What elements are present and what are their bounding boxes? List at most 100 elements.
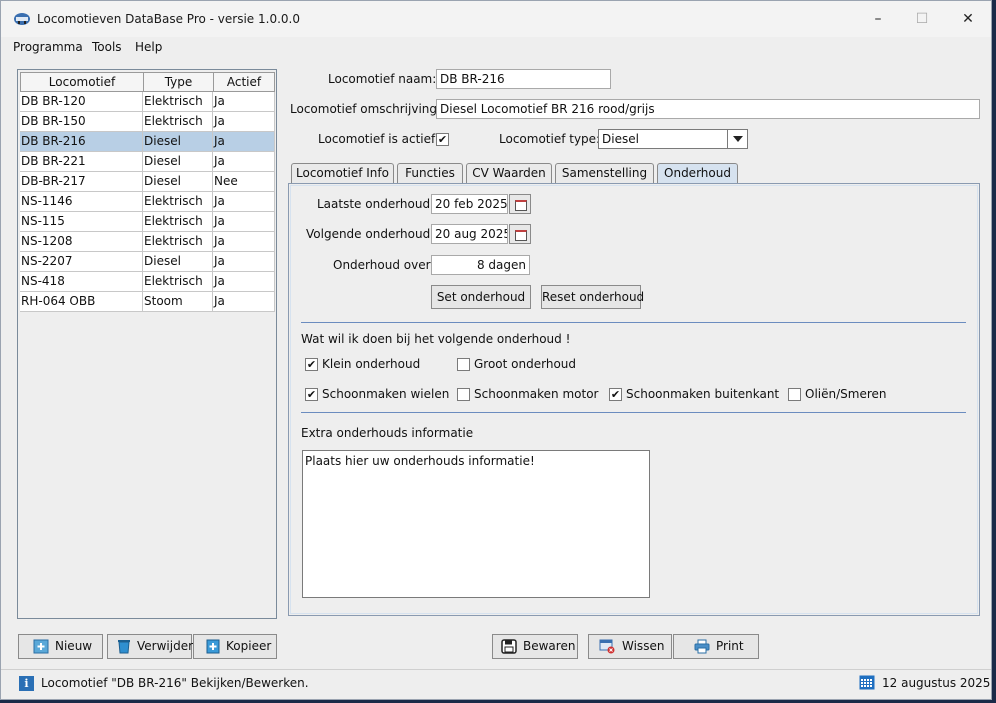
locomotive-list-panel: Locomotief Type Actief DB BR-120 Elektris… [17,69,277,619]
copy-icon [206,639,220,654]
cell-locomotief: DB-BR-217 [20,172,143,192]
cell-type: Elektrisch [143,112,213,132]
table-row[interactable]: NS-115 Elektrisch Ja [20,212,275,232]
next-maintenance-label: Volgende onderhoud [306,227,431,241]
info-icon: i [19,676,34,691]
type-combobox[interactable]: Diesel [598,129,748,149]
table-row[interactable]: RH-064 OBB Stoom Ja [20,292,275,312]
schoonmaken-buitenkant-label: Schoonmaken buitenkant [626,387,780,401]
cell-locomotief: NS-1208 [20,232,143,252]
extra-info-label: Extra onderhouds informatie [301,426,474,440]
cell-locomotief: RH-064 OBB [20,292,143,312]
erase-icon [599,639,615,654]
cell-locomotief: DB BR-221 [20,152,143,172]
maximize-button[interactable]: ☐ [899,1,945,37]
active-label: Locomotief is actief: [318,132,439,146]
cell-actief: Nee [213,172,275,192]
groot-onderhoud-checkbox[interactable] [457,358,470,371]
schoonmaken-wielen-label: Schoonmaken wielen [322,387,450,401]
cell-type: Elektrisch [143,92,213,112]
cell-type: Diesel [143,172,213,192]
trash-icon [118,640,130,654]
save-button-label: Bewaren [523,639,576,653]
description-field[interactable]: Diesel Locomotief BR 216 rood/grijs [436,99,980,119]
table-row[interactable]: NS-1146 Elektrisch Ja [20,192,275,212]
column-header-locomotief[interactable]: Locomotief [20,72,143,92]
status-bar: i Locomotief "DB BR-216" Bekijken/Bewerk… [1,669,991,699]
calendar-icon[interactable] [509,194,531,214]
cell-actief: Ja [213,112,275,132]
cell-locomotief: DB BR-150 [20,112,143,132]
add-icon [33,639,49,654]
cell-locomotief: NS-418 [20,272,143,292]
table-header: Locomotief Type Actief [20,72,275,92]
next-maintenance-field[interactable]: 20 aug 2025 [431,224,508,244]
cell-actief: Ja [213,92,275,112]
table-row[interactable]: NS-1208 Elektrisch Ja [20,232,275,252]
extra-info-textarea[interactable]: Plaats hier uw onderhouds informatie! [302,450,650,598]
next-maintenance-question: Wat wil ik doen bij het volgende onderho… [301,332,571,346]
groot-onderhoud-label: Groot onderhoud [474,357,577,371]
schoonmaken-motor-label: Schoonmaken motor [474,387,599,401]
printer-icon [694,639,710,654]
tab-functies[interactable]: Functies [397,163,463,184]
schoonmaken-motor-checkbox[interactable] [457,388,470,401]
klein-onderhoud-label: Klein onderhoud [322,357,421,371]
table-row[interactable]: DB BR-221 Diesel Ja [20,152,275,172]
table-row[interactable]: DB-BR-217 Diesel Nee [20,172,275,192]
cell-type: Stoom [143,292,213,312]
close-button[interactable]: ✕ [945,1,991,37]
delete-button-label: Verwijder [137,639,194,653]
table-row[interactable]: DB BR-150 Elektrisch Ja [20,112,275,132]
erase-button[interactable]: Wissen [588,634,672,659]
name-field[interactable]: DB BR-216 [436,69,611,89]
reset-maintenance-button[interactable]: Reset onderhoud [541,285,644,309]
table-row[interactable]: NS-2207 Diesel Ja [20,252,275,272]
tab-locomotief-info[interactable]: Locomotief Info [291,163,394,184]
olien-smeren-checkbox[interactable] [788,388,801,401]
save-icon [501,639,517,654]
new-button-label: Nieuw [55,639,93,653]
menu-programma[interactable]: Programma [13,40,83,54]
calendar-icon [859,675,875,690]
column-header-type[interactable]: Type [143,72,213,92]
tab-cv-waarden[interactable]: CV Waarden [466,163,552,184]
tab-samenstelling[interactable]: Samenstelling [555,163,654,184]
chevron-down-icon[interactable] [727,130,747,148]
cell-actief: Ja [213,132,275,152]
calendar-icon[interactable] [509,224,531,244]
last-maintenance-field[interactable]: 20 feb 2025 [431,194,508,214]
delete-button[interactable]: Verwijder [107,634,194,659]
cell-type: Diesel [143,252,213,272]
column-header-actief[interactable]: Actief [213,72,275,92]
name-label: Locomotief naam: [328,72,437,86]
olien-smeren-label: Oliën/Smeren [805,387,887,401]
table-row[interactable]: NS-418 Elektrisch Ja [20,272,275,292]
maintenance-over-field: 8 dagen [431,255,530,275]
menu-tools[interactable]: Tools [92,40,122,54]
cell-actief: Ja [213,152,275,172]
schoonmaken-wielen-checkbox[interactable]: ✔ [305,388,318,401]
new-button[interactable]: Nieuw [18,634,103,659]
menu-help[interactable]: Help [135,40,162,54]
active-checkbox[interactable]: ✔ [436,133,449,146]
title-bar: Locomotieven DataBase Pro - versie 1.0.0… [1,1,991,37]
cell-type: Diesel [143,132,213,152]
cell-locomotief: NS-2207 [20,252,143,272]
cell-actief: Ja [213,212,275,232]
table-row[interactable]: DB BR-216 Diesel Ja [20,132,275,152]
print-button[interactable]: Print [673,634,759,659]
tab-onderhoud[interactable]: Onderhoud [657,163,738,185]
save-button[interactable]: Bewaren [492,634,578,659]
minimize-button[interactable]: – [855,1,901,37]
table-row[interactable]: DB BR-120 Elektrisch Ja [20,92,275,112]
set-maintenance-button[interactable]: Set onderhoud [431,285,531,309]
klein-onderhoud-checkbox[interactable]: ✔ [305,358,318,371]
schoonmaken-buitenkant-checkbox[interactable]: ✔ [609,388,622,401]
maintenance-over-label: Onderhoud over [333,258,431,272]
cell-type: Elektrisch [143,232,213,252]
status-date: 12 augustus 2025 [882,676,991,690]
cell-actief: Ja [213,272,275,292]
copy-button[interactable]: Kopieer [193,634,277,659]
status-message: Locomotief "DB BR-216" Bekijken/Bewerken… [41,676,309,690]
